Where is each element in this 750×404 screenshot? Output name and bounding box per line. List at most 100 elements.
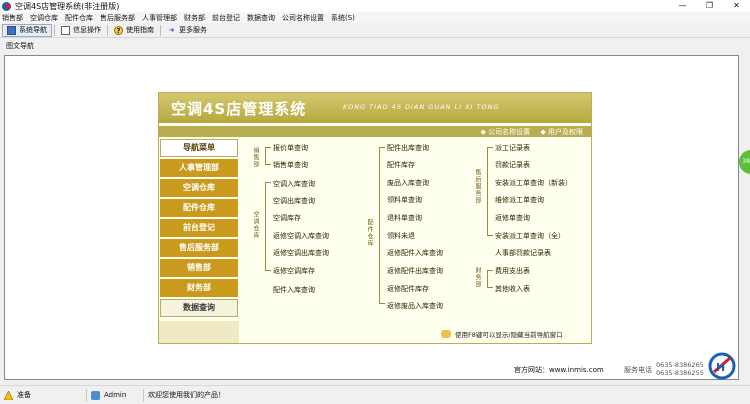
company-name-settings-link[interactable]: ◆ 公司名称设置 [481, 128, 531, 136]
menu-hr[interactable]: 人事管理部 [142, 13, 177, 23]
link-return-query[interactable]: 退料单查询 [387, 213, 422, 223]
side-menu-hr[interactable]: 人事管理部 [160, 159, 238, 177]
link-repair-parts-outbound-query[interactable]: 返修配件出库查询 [387, 266, 443, 276]
menu-bar: 销售部 空调仓库 配件仓库 售后服务部 人事管理部 财务部 前台登记 数据查询 … [0, 12, 750, 23]
menu-front-desk[interactable]: 前台登记 [212, 13, 240, 23]
users-permissions-link[interactable]: ◆ 用户及权限 [540, 128, 583, 136]
link-install-dispatch-new[interactable]: 安装派工单查询（新装） [495, 178, 572, 188]
link-ac-outbound-query[interactable]: 空调出库查询 [273, 196, 315, 206]
website-url[interactable]: www.inmis.com [549, 366, 604, 374]
user-guide-label: 使用指南 [126, 26, 154, 34]
link-requisition-query[interactable]: 领料单查询 [387, 195, 422, 205]
link-repair-ac-inbound-query[interactable]: 返修空调入库查询 [273, 231, 329, 241]
status-welcome: 欢迎您使用我们的产品！ [144, 388, 225, 403]
link-unreturned-requisitions[interactable]: 领料未退 [387, 231, 415, 241]
system-nav-button[interactable]: 系统导航 [2, 23, 52, 37]
link-scrap-inbound-query[interactable]: 废品入库查询 [387, 178, 429, 188]
side-menu-title: 导航菜单 [160, 139, 238, 157]
more-services-icon: ➜ [168, 25, 175, 34]
hook [265, 147, 271, 148]
toolbar-separator [160, 24, 161, 36]
link-repair-parts-stock[interactable]: 返修配件库存 [387, 284, 429, 294]
group-label-ac-warehouse: 空调仓库 [252, 211, 259, 239]
hook [379, 303, 385, 304]
menu-system[interactable]: 系统(S) [331, 13, 355, 23]
help-icon: ? [114, 25, 123, 35]
menu-finance[interactable]: 财务部 [184, 13, 205, 23]
floating-widget[interactable]: 38 [739, 150, 750, 174]
website-label: 官方网站： [514, 366, 549, 374]
menu-sales[interactable]: 销售部 [2, 13, 23, 23]
status-bar: 准备 Admin 欢迎您使用我们的产品！ [0, 385, 750, 404]
maximize-button[interactable]: ❐ [696, 0, 723, 12]
side-menu-sales[interactable]: 销售部 [160, 259, 238, 277]
pointing-hand-icon [441, 330, 451, 338]
menu-ac-warehouse[interactable]: 空调仓库 [30, 13, 58, 23]
toolbar-separator [54, 24, 55, 36]
close-button[interactable]: ✕ [723, 0, 750, 12]
link-repair-scrap-inbound-query[interactable]: 返修废品入库查询 [387, 301, 443, 311]
link-hr-fine-records[interactable]: 人事部罚款记录表 [495, 248, 551, 258]
system-nav-label: 系统导航 [19, 26, 47, 34]
link-repair-ac-stock[interactable]: 返修空调库存 [273, 266, 315, 276]
app-logo-icon [2, 1, 11, 11]
link-parts-inbound-query[interactable]: 配件入库查询 [273, 285, 315, 295]
toolbar: 系统导航 信息操作 ? 使用指南 ➜ 更多服务 [0, 23, 750, 38]
link-rework-order-query[interactable]: 返修单查询 [495, 213, 530, 223]
user-guide-button[interactable]: ? 使用指南 [110, 24, 158, 37]
title-bar: 空调4S店管理系统(非注册版) — ❐ ✕ [0, 0, 750, 12]
bracket-after-sales [487, 147, 488, 235]
link-parts-stock[interactable]: 配件库存 [387, 160, 415, 170]
link-ac-stock[interactable]: 空调库存 [273, 213, 301, 223]
bracket-finance [487, 270, 488, 288]
phone-number-1: 0635-8386265 [656, 361, 704, 369]
link-ac-inbound-query[interactable]: 空调入库查询 [273, 179, 315, 189]
status-ready-text: 准备 [17, 391, 31, 399]
menu-data-query[interactable]: 数据查询 [247, 13, 275, 23]
menu-after-sales[interactable]: 售后服务部 [100, 13, 135, 23]
brand-logo: H [708, 352, 736, 380]
link-dispatch-records[interactable]: 派工记录表 [495, 143, 530, 153]
link-fine-records[interactable]: 罚款记录表 [495, 160, 530, 170]
group-label-after-sales: 售后服务部 [474, 169, 481, 204]
hook [487, 235, 493, 236]
link-repair-ac-outbound-query[interactable]: 返修空调出库查询 [273, 248, 329, 258]
bracket-parts-warehouse [379, 147, 380, 303]
menu-parts-warehouse[interactable]: 配件仓库 [65, 13, 93, 23]
side-menu-ac-warehouse[interactable]: 空调仓库 [160, 179, 238, 197]
menu-company-name[interactable]: 公司名称设置 [282, 13, 324, 23]
link-install-dispatch-all[interactable]: 安装派工单查询（全） [495, 231, 565, 241]
nav-subbar: ◆ 公司名称设置 ◆ 用户及权限 [159, 126, 591, 137]
side-menu-finance[interactable]: 财务部 [160, 279, 238, 297]
link-sales-order-query[interactable]: 销售单查询 [273, 160, 308, 170]
side-menu-data-query[interactable]: 数据查询 [160, 299, 238, 317]
warning-icon [4, 390, 13, 400]
side-menu-parts-warehouse[interactable]: 配件仓库 [160, 199, 238, 217]
hook [487, 270, 493, 271]
tab-graphic-nav[interactable]: 图文导航 [3, 40, 37, 54]
service-phone-numbers: 0635-8386265 0635-8386255 [656, 361, 704, 377]
link-repair-parts-inbound-query[interactable]: 返修配件入库查询 [387, 248, 443, 258]
info-operation-button[interactable]: 信息操作 [57, 24, 105, 37]
status-welcome-text: 欢迎您使用我们的产品！ [148, 391, 225, 399]
hook [487, 287, 493, 288]
side-menu-front-desk[interactable]: 前台登记 [160, 219, 238, 237]
status-user: Admin [87, 388, 143, 403]
minimize-button[interactable]: — [669, 0, 696, 12]
system-title: 空调4S店管理系统 [171, 100, 307, 118]
hook [379, 147, 385, 148]
link-parts-outbound-query[interactable]: 配件出库查询 [387, 143, 429, 153]
official-website: 官方网站：www.inmis.com [514, 365, 604, 375]
group-label-parts-warehouse: 配件仓库 [366, 219, 373, 247]
group-label-sales: 销售部 [252, 147, 259, 168]
f8-hint-text: 使用F8键可以显示/隐藏当前导航窗口 [455, 331, 563, 339]
hook [487, 147, 493, 148]
window-title: 空调4S店管理系统(非注册版) [15, 1, 120, 11]
link-other-income-table[interactable]: 其他收入表 [495, 284, 530, 294]
more-services-button[interactable]: ➜ 更多服务 [163, 24, 211, 37]
group-label-finance: 财务部 [474, 267, 481, 288]
link-expense-table[interactable]: 费用支出表 [495, 266, 530, 276]
link-repair-dispatch-query[interactable]: 维修派工单查询 [495, 195, 544, 205]
link-quote-query[interactable]: 报价单查询 [273, 143, 308, 153]
side-menu-after-sales[interactable]: 售后服务部 [160, 239, 238, 257]
